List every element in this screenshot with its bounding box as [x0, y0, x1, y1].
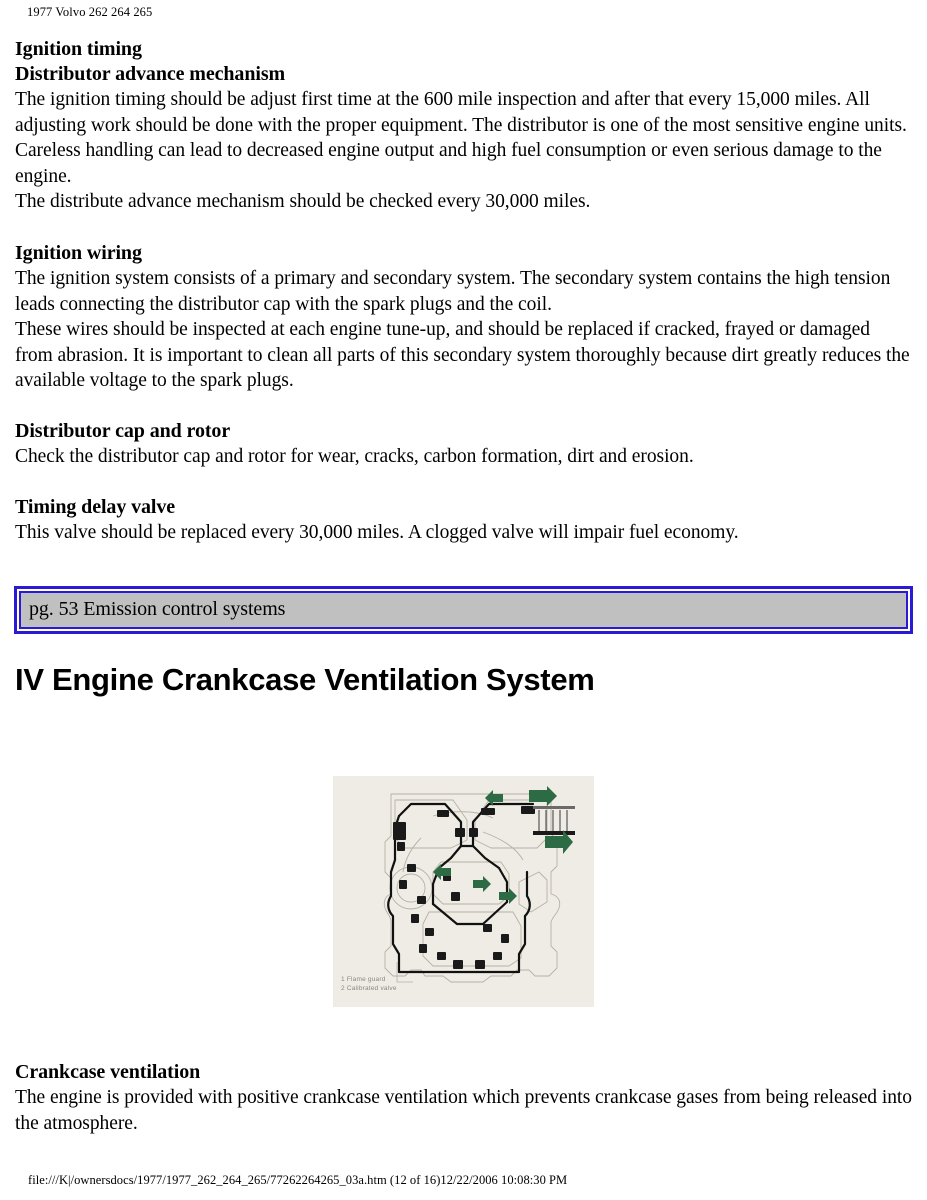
heading-timing-delay-valve: Timing delay valve: [15, 495, 176, 518]
figure-caption-line-1: 1 Flame guard: [341, 976, 386, 983]
heading-distributor-cap-and-rotor: Distributor cap and rotor: [15, 419, 231, 442]
page-reference-label: pg. 53 Emission control systems: [29, 598, 286, 620]
crankcase-ventilation-diagram: 1 Flame guard 2 Calibrated valve: [333, 776, 594, 1007]
paragraph-ignition-system-overview: The ignition system consists of a primar…: [15, 267, 891, 315]
figure-caption: 1 Flame guard 2 Calibrated valve: [341, 975, 397, 993]
paragraph-wire-inspection: These wires should be inspected at each …: [15, 319, 910, 392]
figure-caption-line-2: 2 Calibrated valve: [341, 985, 397, 992]
heading-crankcase-ventilation: Crankcase ventilation: [15, 1061, 201, 1083]
paragraph-crankcase-ventilation: The engine is provided with positive cra…: [15, 1087, 912, 1134]
paragraph-advance-mechanism-interval: The distribute advance mechanism should …: [15, 191, 591, 213]
heading-ignition-timing: Ignition timing: [15, 38, 142, 60]
heading-ignition-wiring: Ignition wiring: [15, 241, 142, 264]
crankcase-ventilation-text: Crankcase ventilation The engine is prov…: [15, 1060, 912, 1136]
engine-diagram-svg: [333, 776, 594, 1007]
running-header: 1977 Volvo 262 264 265: [27, 5, 153, 19]
page-title: IV Engine Crankcase Ventilation System: [15, 662, 595, 697]
document-content: Ignition timing Distributor advance mech…: [15, 37, 912, 545]
paragraph-timing-delay-valve-replacement: This valve should be replaced every 30,0…: [15, 521, 739, 543]
paragraph-ignition-timing-detail: The ignition timing should be adjust fir…: [15, 89, 907, 187]
footer-file-path: file:///K|/ownersdocs/1977/1977_262_264_…: [28, 1173, 568, 1187]
paragraph-distributor-cap-check: Check the distributor cap and rotor for …: [15, 445, 694, 467]
document-page: 1977 Volvo 262 264 265 Ignition timing D…: [0, 0, 927, 1200]
page-reference-bar-inner: pg. 53 Emission control systems: [19, 591, 908, 629]
page-reference-bar[interactable]: pg. 53 Emission control systems: [14, 586, 913, 634]
subheading-distributor-advance-mechanism: Distributor advance mechanism: [15, 63, 286, 85]
